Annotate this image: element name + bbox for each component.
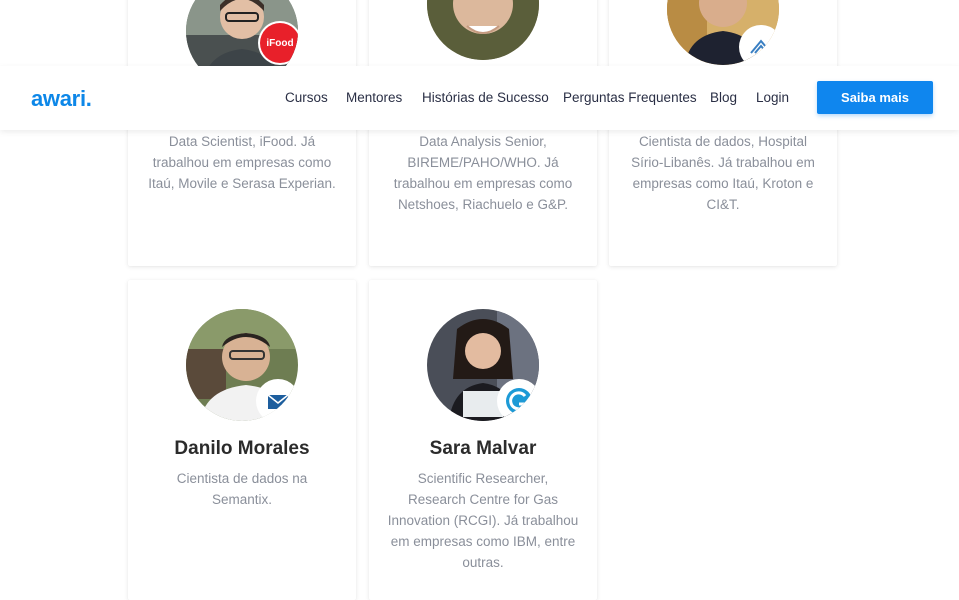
mentor-name: Sara Malvar [429,438,537,459]
nav-mentores[interactable]: Mentores [346,90,402,105]
mentor-description: Cientista de dados, Hospital Sírio-Liban… [631,134,815,212]
mentor-photo [427,0,539,60]
ifood-badge-icon: iFood [260,23,298,63]
semantix-logo-icon-graphic [267,394,289,409]
nav-perguntas-frequentes[interactable]: Perguntas Frequentes [563,90,697,105]
mentor-description: Scientific Researcher, Research Centre f… [387,471,579,570]
mentor-card: Cientista de dados, Hospital Sírio-Liban… [609,0,837,266]
hospital-logo-icon [741,27,779,65]
mentor-description: Data Analysis Senior, BIREME/PAHO/WHO. J… [393,134,573,212]
mentor-description: Data Scientist, iFood. Já trabalhou em e… [148,134,336,191]
logo-dot: . [85,86,92,111]
badge-label: iFood [266,37,294,49]
mentor-name: Danilo Morales [174,438,310,459]
nav-login[interactable]: Login [756,90,789,105]
rcgi-logo-icon-graphic [506,388,532,414]
mentor-card: Data Analysis Senior, BIREME/PAHO/WHO. J… [369,0,597,266]
awari-logo[interactable]: awari. [31,86,92,112]
mentor-card: iFood Data Scientist, iFood. Já trabalho… [128,0,356,266]
mentor-avatar [427,309,539,421]
rcgi-logo-icon [499,381,539,421]
mentor-card: Danilo Morales Cientista de dados na Sem… [128,280,356,600]
hospital-logo-icon-graphic [750,39,772,54]
logo-text: awari [31,86,86,111]
mentor-avatar [667,0,779,65]
saiba-mais-button[interactable]: Saiba mais [817,81,933,114]
nav-historias-de-sucesso[interactable]: Histórias de Sucesso [422,90,549,105]
site-header: awari. Cursos Mentores Histórias de Suce… [0,66,959,130]
nav-cursos[interactable]: Cursos [285,90,328,105]
mentor-card: Sara Malvar Scientific Researcher, Resea… [369,280,597,600]
mentor-avatar [427,0,539,60]
semantix-logo-icon [258,381,298,421]
nav-blog[interactable]: Blog [710,90,737,105]
mentor-description: Cientista de dados na Semantix. [176,471,308,507]
mentor-avatar [186,309,298,421]
